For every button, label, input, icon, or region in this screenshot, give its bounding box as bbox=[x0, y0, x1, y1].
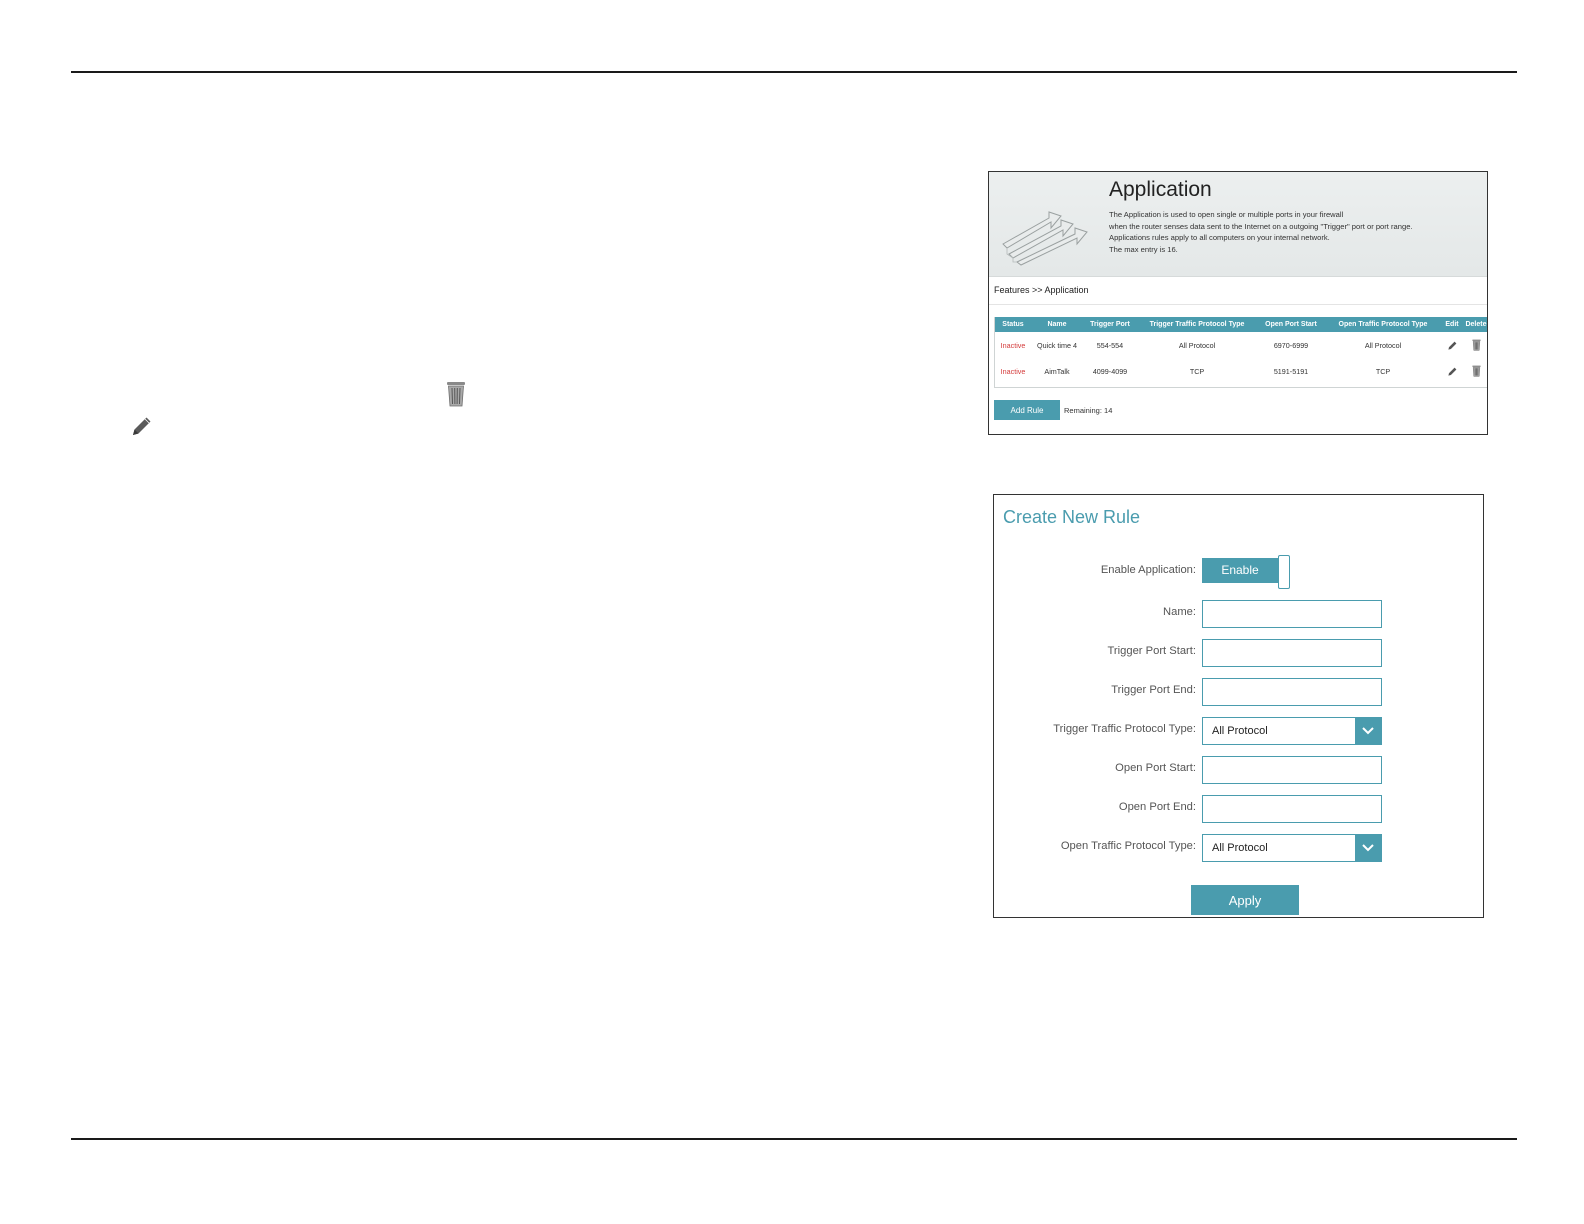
application-panel: Application The Application is used to o… bbox=[988, 171, 1488, 435]
column-header-edit: Edit bbox=[1441, 317, 1463, 332]
row-open-port: 5191-5191 bbox=[1273, 366, 1309, 376]
trigger-port-start-label: Trigger Port Start: bbox=[1107, 645, 1197, 657]
column-header-trigger-protocol: Trigger Traffic Protocol Type bbox=[1137, 317, 1257, 332]
open-port-start-label: Open Port Start: bbox=[1115, 762, 1196, 774]
trigger-protocol-value: All Protocol bbox=[1212, 725, 1268, 737]
edit-pencil-icon[interactable] bbox=[1447, 340, 1458, 351]
column-header-name: Name bbox=[1031, 317, 1083, 332]
row-open-protocol: All Protocol bbox=[1364, 340, 1402, 350]
add-rule-button[interactable]: Add Rule bbox=[994, 400, 1060, 420]
description-line: The Application is used to open single o… bbox=[1109, 210, 1344, 219]
row-trigger-port: 4099-4099 bbox=[1092, 366, 1128, 376]
pencil-icon bbox=[133, 417, 151, 435]
delete-trash-icon[interactable] bbox=[1471, 365, 1481, 377]
trigger-protocol-select[interactable]: All Protocol bbox=[1202, 717, 1382, 745]
enable-application-toggle[interactable]: Enable bbox=[1202, 555, 1292, 589]
trigger-port-end-label: Trigger Port End: bbox=[1111, 684, 1196, 696]
open-port-end-label: Open Port End: bbox=[1118, 801, 1196, 813]
row-delete-cell bbox=[1463, 332, 1487, 358]
row-delete-cell bbox=[1463, 358, 1487, 384]
row-name: Quick time 4 bbox=[1037, 340, 1077, 350]
breadcrumb-divider bbox=[989, 304, 1487, 305]
name-label: Name: bbox=[1163, 606, 1196, 618]
description-line: The max entry is 16. bbox=[1109, 244, 1178, 254]
toggle-on-label: Enable bbox=[1202, 558, 1278, 583]
create-rule-title: Create New Rule bbox=[1003, 507, 1141, 527]
rules-table: Status Name Trigger Port Trigger Traffic… bbox=[995, 317, 1487, 384]
open-protocol-dropdown-button[interactable] bbox=[1355, 835, 1381, 861]
row-open-protocol: TCP bbox=[1375, 366, 1391, 376]
rules-table-container: Status Name Trigger Port Trigger Traffic… bbox=[994, 317, 1487, 388]
open-port-end-input[interactable] bbox=[1202, 795, 1382, 823]
row-edit-cell bbox=[1441, 332, 1463, 358]
create-rule-panel: Create New Rule Enable Application: Enab… bbox=[993, 494, 1484, 918]
column-header-status: Status bbox=[995, 317, 1031, 332]
row-edit-cell bbox=[1441, 358, 1463, 384]
application-title: Application bbox=[1109, 178, 1212, 201]
open-protocol-label: Open Traffic Protocol Type: bbox=[1060, 840, 1196, 852]
delete-trash-icon[interactable] bbox=[1471, 339, 1481, 351]
row-status: Inactive bbox=[1000, 340, 1026, 350]
application-description: The Application is used to open single o… bbox=[1109, 209, 1413, 255]
open-protocol-select[interactable]: All Protocol bbox=[1202, 834, 1382, 862]
trigger-protocol-label: Trigger Traffic Protocol Type: bbox=[1053, 723, 1196, 735]
name-input[interactable] bbox=[1202, 600, 1382, 628]
enable-application-label: Enable Application: bbox=[1100, 564, 1196, 576]
application-header: Application The Application is used to o… bbox=[989, 172, 1487, 277]
breadcrumb: Features >> Application bbox=[994, 285, 1089, 295]
column-header-delete: Delete bbox=[1463, 317, 1487, 332]
trigger-protocol-dropdown-button[interactable] bbox=[1355, 718, 1381, 744]
description-line: Applications rules apply to all computer… bbox=[1109, 233, 1330, 242]
column-header-open-port: Open Port Start bbox=[1257, 317, 1325, 332]
remaining-count: Remaining: 14 bbox=[1064, 406, 1113, 415]
row-trigger-protocol: TCP bbox=[1189, 366, 1205, 376]
table-row: Inactive AimTalk 4099-4099 TCP 5191-5191… bbox=[995, 358, 1487, 384]
row-trigger-port: 554-554 bbox=[1096, 340, 1124, 350]
open-port-start-input[interactable] bbox=[1202, 756, 1382, 784]
row-open-port: 6970-6999 bbox=[1273, 340, 1309, 350]
column-header-open-protocol: Open Traffic Protocol Type bbox=[1325, 317, 1441, 332]
column-header-trigger-port: Trigger Port bbox=[1083, 317, 1137, 332]
trash-icon bbox=[447, 382, 465, 407]
table-header-row: Status Name Trigger Port Trigger Traffic… bbox=[995, 317, 1487, 332]
top-divider bbox=[71, 71, 1517, 73]
table-row: Inactive Quick time 4 554-554 All Protoc… bbox=[995, 332, 1487, 358]
open-protocol-value: All Protocol bbox=[1212, 842, 1268, 854]
ports-illustration-icon bbox=[1002, 211, 1088, 266]
trigger-port-end-input[interactable] bbox=[1202, 678, 1382, 706]
chevron-down-icon bbox=[1362, 727, 1374, 735]
row-name: AimTalk bbox=[1044, 366, 1070, 376]
edit-pencil-icon[interactable] bbox=[1447, 366, 1458, 377]
row-trigger-protocol: All Protocol bbox=[1178, 340, 1216, 350]
bottom-divider bbox=[71, 1138, 1517, 1140]
chevron-down-icon bbox=[1362, 844, 1374, 852]
toggle-knob[interactable] bbox=[1278, 555, 1290, 589]
apply-button[interactable]: Apply bbox=[1191, 885, 1299, 915]
description-line: when the router senses data sent to the … bbox=[1109, 221, 1413, 231]
row-status: Inactive bbox=[1000, 366, 1026, 376]
trigger-port-start-input[interactable] bbox=[1202, 639, 1382, 667]
